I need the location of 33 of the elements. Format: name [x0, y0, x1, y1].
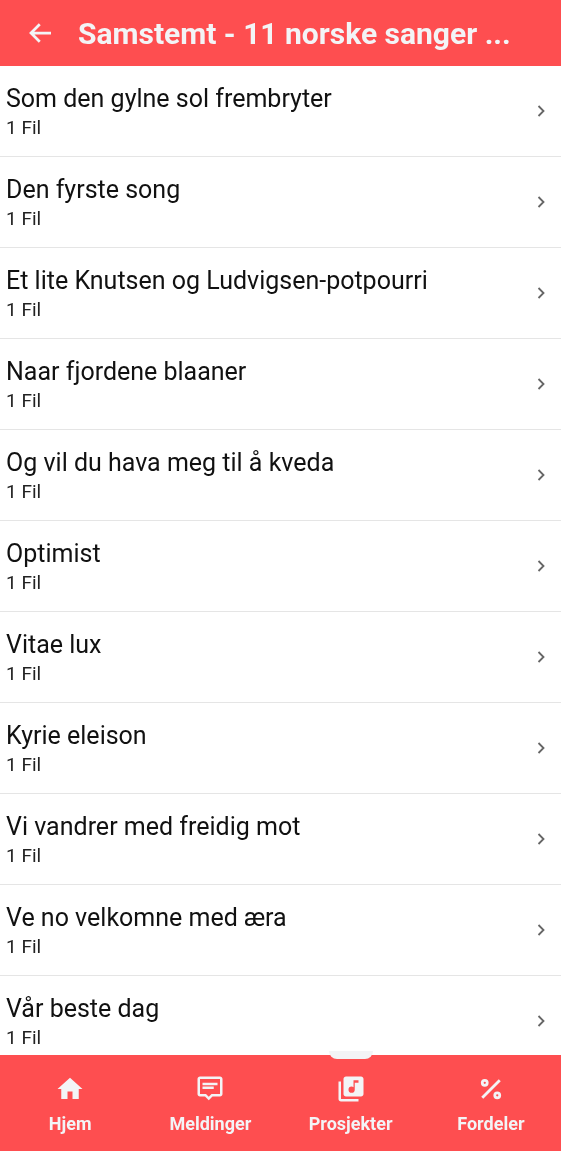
song-list-item[interactable]: Vitae lux 1 Fil	[0, 612, 561, 703]
song-list-item[interactable]: Naar fjordene blaaner 1 Fil	[0, 339, 561, 430]
file-count: 1 Fil	[6, 206, 43, 232]
file-count: 1 Fil	[6, 388, 43, 414]
song-title: Som den gylne sol frembryter	[6, 83, 333, 115]
song-list-item[interactable]: Optimist 1 Fil	[0, 521, 561, 612]
song-list-item[interactable]: Den fyrste song 1 Fil	[0, 157, 561, 248]
song-list-item[interactable]: Ve no velkomne med æra 1 Fil	[0, 885, 561, 976]
song-title: Ve no velkomne med æra	[6, 902, 288, 934]
file-count: 1 Fil	[6, 570, 43, 596]
song-list-item[interactable]: Kyrie eleison 1 Fil	[0, 703, 561, 794]
song-title: Vi vandrer med freidig mot	[6, 811, 302, 843]
song-title: Naar fjordene blaaner	[6, 356, 248, 388]
song-title: Og vil du hava meg til å kveda	[6, 447, 336, 479]
song-title: Vitae lux	[6, 629, 103, 661]
song-title: Vår beste dag	[6, 993, 161, 1025]
file-count: 1 Fil	[6, 843, 43, 869]
file-count: 1 Fil	[6, 661, 43, 687]
song-title: Et lite Knutsen og Ludvigsen-potpourri	[6, 265, 429, 297]
file-count: 1 Fil	[6, 752, 43, 778]
song-list-item[interactable]: Vi vandrer med freidig mot 1 Fil	[0, 794, 561, 885]
page-title: Samstemt - 11 norske sanger ...	[78, 14, 511, 53]
song-title: Optimist	[6, 538, 102, 570]
song-list-item[interactable]: Et lite Knutsen og Ludvigsen-potpourri 1 Fil	[0, 248, 561, 339]
file-count: 1 Fil	[6, 297, 43, 323]
song-title: Kyrie eleison	[6, 720, 148, 752]
file-count: 1 Fil	[6, 479, 43, 505]
file-count: 1 Fil	[6, 934, 43, 960]
song-title: Den fyrste song	[6, 174, 182, 206]
file-count: 1 Fil	[6, 1025, 43, 1051]
song-list-item[interactable]: Og vil du hava meg til å kveda 1 Fil	[0, 430, 561, 521]
song-list-item[interactable]: Som den gylne sol frembryter 1 Fil	[0, 66, 561, 157]
file-count: 1 Fil	[6, 115, 43, 141]
